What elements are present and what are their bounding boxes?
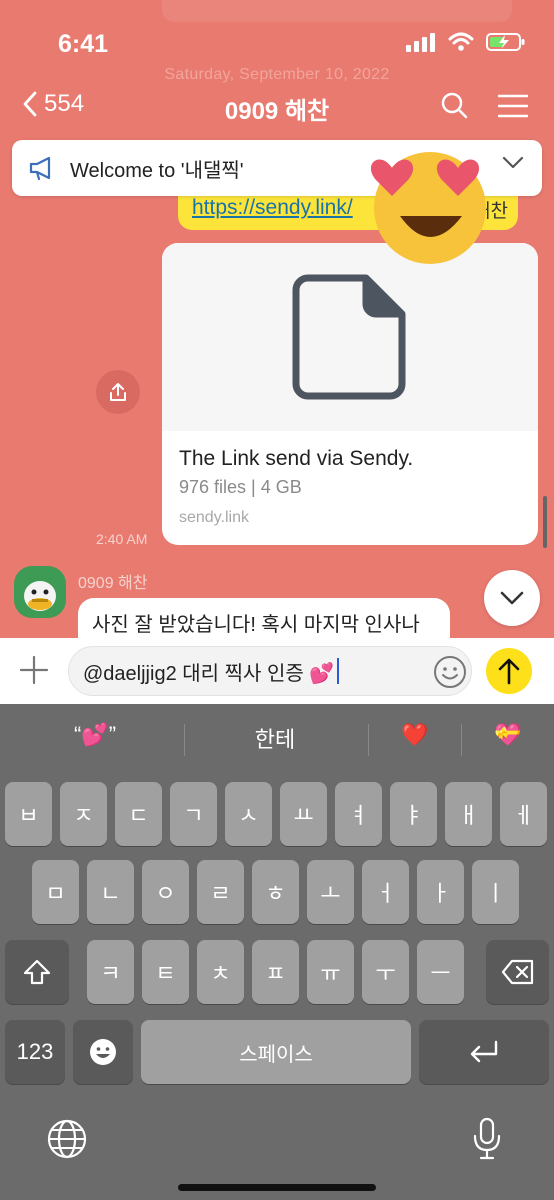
numbers-key[interactable]: 123	[5, 1020, 65, 1084]
home-indicator	[178, 1184, 376, 1191]
globe-icon	[47, 1119, 87, 1159]
key-26[interactable]: ㅡ	[417, 940, 464, 1004]
megaphone-icon	[29, 156, 51, 181]
card-thumbnail	[162, 243, 538, 431]
key-18[interactable]: ㅏ	[417, 860, 464, 924]
scroll-to-bottom-button[interactable]	[484, 570, 540, 626]
sendy-link[interactable]: https://sendy.link/	[192, 196, 353, 220]
text-caret	[337, 658, 340, 684]
key-7[interactable]: ㅕ	[335, 782, 382, 846]
message-input-bar: @daeljjig2 대리 찍사 인증 💕	[0, 638, 554, 704]
message-timestamp: 2:40 AM	[96, 531, 148, 547]
status-bar: 6:41	[0, 0, 554, 90]
share-icon	[110, 383, 126, 401]
suggestion-1[interactable]: “💕”	[40, 722, 150, 748]
card-file-info: 976 files | 4 GB	[179, 477, 302, 497]
suggestion-divider	[461, 724, 462, 756]
chat-header: 554 0909 해찬	[0, 82, 554, 132]
sender-avatar[interactable]	[14, 566, 66, 618]
chevron-down-icon	[502, 156, 524, 169]
key-17[interactable]: ㅓ	[362, 860, 409, 924]
duck-avatar-icon	[24, 581, 56, 611]
key-24[interactable]: ㅠ	[307, 940, 354, 1004]
key-19[interactable]: ㅣ	[472, 860, 519, 924]
key-23[interactable]: ㅍ	[252, 940, 299, 1004]
heart-eyes-emoji-icon	[370, 152, 486, 264]
key-1[interactable]: ㅂ	[5, 782, 52, 846]
message-input[interactable]: @daeljjig2 대리 찍사 인증 💕	[68, 646, 472, 696]
emoji-keyboard-icon	[90, 1039, 116, 1065]
delete-key[interactable]	[486, 940, 549, 1004]
return-icon	[470, 1040, 498, 1063]
share-button[interactable]	[96, 370, 140, 414]
key-12[interactable]: ㄴ	[87, 860, 134, 924]
key-2[interactable]: ㅈ	[60, 782, 107, 846]
file-icon	[292, 274, 406, 400]
backspace-icon	[501, 959, 533, 985]
key-13[interactable]: ㅇ	[142, 860, 189, 924]
menu-button[interactable]	[497, 94, 529, 123]
suggestion-divider	[184, 724, 185, 756]
space-key[interactable]: 스페이스	[141, 1020, 411, 1084]
notice-expand-button[interactable]	[502, 156, 524, 175]
link-preview-card[interactable]: The Link send via Sendy. 976 files | 4 G…	[162, 243, 538, 545]
attach-button[interactable]	[18, 654, 50, 691]
key-21[interactable]: ㅌ	[142, 940, 189, 1004]
key-5[interactable]: ㅅ	[225, 782, 272, 846]
key-16[interactable]: ㅗ	[307, 860, 354, 924]
battery-icon	[486, 33, 525, 51]
message-input-value: @daeljjig2 대리 찍사 인증 💕	[83, 662, 335, 685]
key-22[interactable]: ㅊ	[197, 940, 244, 1004]
key-8[interactable]: ㅑ	[390, 782, 437, 846]
card-title: The Link send via Sendy.	[179, 447, 414, 470]
notice-text: Welcome to '내댈찍'	[70, 159, 244, 182]
emoji-key[interactable]	[73, 1020, 133, 1084]
signal-icon	[406, 33, 435, 52]
key-9[interactable]: ㅐ	[445, 782, 492, 846]
chevron-down-icon	[500, 591, 524, 605]
suggestion-4[interactable]: 💝	[470, 722, 546, 748]
key-11[interactable]: ㅁ	[32, 860, 79, 924]
received-message-text: 사진 잘 받았습니다! 혹시 마지막 인사나	[92, 614, 420, 636]
emoticon-button[interactable]	[432, 654, 468, 695]
key-15[interactable]: ㅎ	[252, 860, 299, 924]
key-10[interactable]: ㅔ	[500, 782, 547, 846]
search-icon	[441, 92, 468, 119]
keyboard: “💕” 한테 ❤️ 💝 ㅂ ㅈ ㄷ ㄱ ㅅ ㅛ ㅕ ㅑ ㅐ ㅔ ㅁ ㄴ ㅇ ㄹ …	[0, 704, 554, 1200]
wifi-icon	[448, 32, 474, 51]
suggestion-divider	[368, 724, 369, 756]
suggestion-3[interactable]: ❤️	[376, 722, 454, 748]
return-key[interactable]	[419, 1020, 549, 1084]
status-icons	[406, 32, 526, 52]
suggestion-2[interactable]: 한테	[210, 722, 340, 754]
hamburger-menu-icon	[497, 94, 529, 118]
arrow-up-icon	[498, 658, 520, 685]
smiley-icon	[434, 656, 466, 688]
key-20[interactable]: ㅋ	[87, 940, 134, 1004]
dictation-button[interactable]	[470, 1116, 504, 1167]
plus-icon	[19, 655, 49, 685]
key-6[interactable]: ㅛ	[280, 782, 327, 846]
sender-name: 0909 해찬	[78, 575, 148, 592]
suggestion-bar: “💕” 한테 ❤️ 💝	[0, 704, 554, 776]
scroll-indicator[interactable]	[543, 496, 547, 548]
status-time: 6:41	[58, 30, 109, 58]
send-button[interactable]	[486, 648, 532, 694]
globe-button[interactable]	[46, 1118, 88, 1165]
key-14[interactable]: ㄹ	[197, 860, 244, 924]
microphone-icon	[473, 1117, 501, 1160]
shift-icon	[23, 959, 51, 985]
chat-title: 0909 해찬	[224, 98, 330, 125]
search-button[interactable]	[440, 91, 468, 124]
shift-key[interactable]	[5, 940, 69, 1004]
key-25[interactable]: ㅜ	[362, 940, 409, 1004]
key-3[interactable]: ㄷ	[115, 782, 162, 846]
received-message-bubble[interactable]: 사진 잘 받았습니다! 혹시 마지막 인사나	[78, 598, 450, 640]
card-domain: sendy.link	[179, 509, 249, 526]
key-4[interactable]: ㄱ	[170, 782, 217, 846]
